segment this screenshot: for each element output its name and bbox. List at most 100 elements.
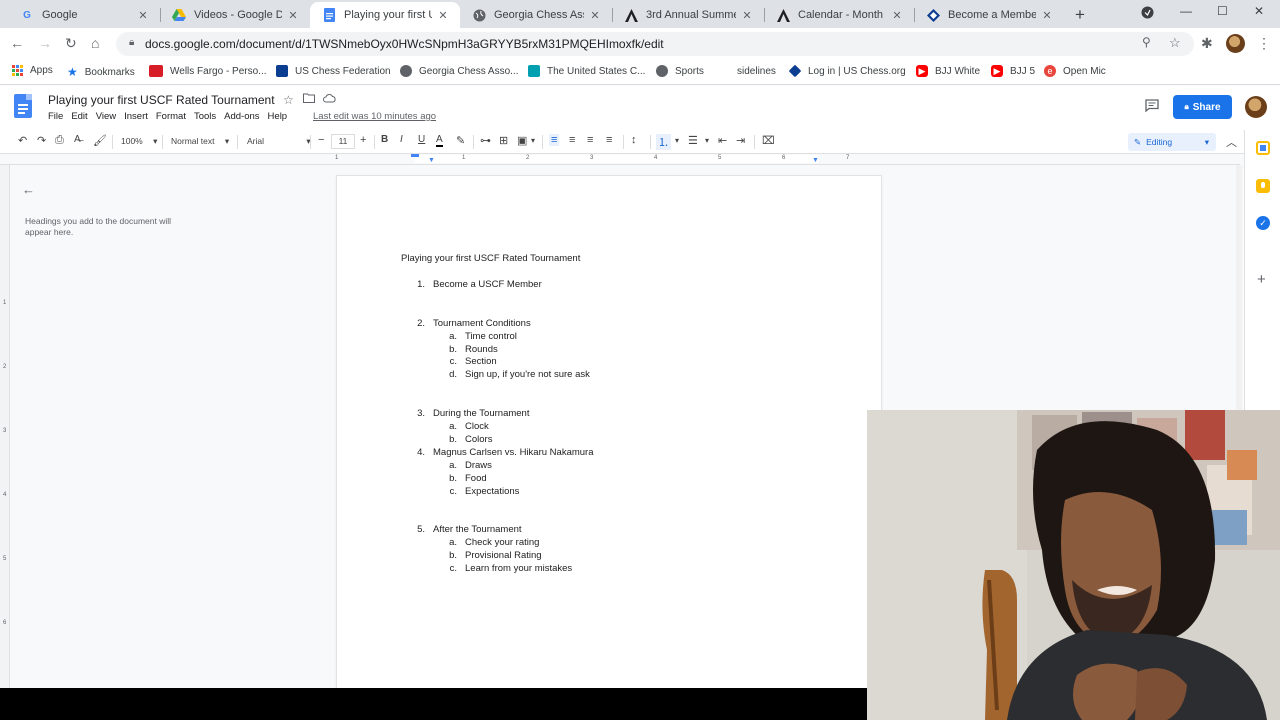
align-center-icon[interactable]: ≡	[569, 134, 575, 146]
close-icon[interactable]: ✕	[588, 9, 602, 22]
maximize-icon[interactable]: ☐	[1217, 4, 1228, 18]
dropdown-caret-icon[interactable]: ▾	[675, 136, 679, 145]
keep-icon[interactable]	[1256, 179, 1270, 193]
address-bar[interactable]: 🔒︎ docs.google.com/document/d/1TWSNmebOy…	[116, 32, 1194, 56]
sublist-item[interactable]: Sign up, if you're not sure ask	[465, 369, 590, 380]
reload-icon[interactable]: ↻	[65, 35, 77, 52]
bookmark-open-mic[interactable]: e Open Mic	[1044, 65, 1106, 77]
close-icon[interactable]: ✕	[286, 9, 300, 22]
sublist-item[interactable]: Food	[465, 473, 487, 484]
italic-icon[interactable]: I	[400, 134, 403, 145]
collapse-menus-icon[interactable]: ︿	[1226, 134, 1237, 150]
profile-dot-icon[interactable]	[1141, 6, 1154, 22]
tab-drive[interactable]: Videos - Google Drive ✕	[160, 2, 310, 28]
tab-google[interactable]: G Google ✕	[8, 2, 160, 28]
list-item[interactable]: During the Tournament	[433, 408, 529, 419]
left-indent-marker[interactable]: ▼	[428, 157, 435, 164]
calendar-icon[interactable]	[1256, 141, 1270, 155]
sublist-item[interactable]: Rounds	[465, 344, 498, 355]
align-left-icon[interactable]: ≡	[549, 134, 560, 146]
bookmark-sports[interactable]: Sports	[656, 65, 704, 77]
editing-mode-select[interactable]: ✎ Editing ▾	[1128, 133, 1216, 151]
decrease-font-size-icon[interactable]: −	[318, 134, 324, 146]
back-arrow-icon[interactable]: ←	[10, 35, 24, 51]
document-page[interactable]: Playing your first USCF Rated Tournament…	[337, 176, 881, 696]
bookmark-uschess-login[interactable]: Log in | US Chess.org	[788, 64, 906, 78]
line-spacing-icon[interactable]: ↕	[631, 134, 637, 146]
decrease-indent-icon[interactable]: ⇤	[718, 134, 727, 147]
close-icon[interactable]: ✕	[136, 9, 150, 22]
font-select[interactable]: Arial ▾	[247, 136, 311, 147]
bookmark-wells-fargo[interactable]: Wells Fargo - Perso...	[149, 65, 267, 77]
redo-icon[interactable]: ↷	[37, 134, 46, 147]
insert-image-icon[interactable]: ▣	[517, 134, 527, 147]
sublist-item[interactable]: Check your rating	[465, 537, 539, 548]
comment-history-icon[interactable]	[1145, 99, 1159, 115]
document-heading[interactable]: Playing your first USCF Rated Tournament	[401, 253, 580, 264]
bulleted-list-icon[interactable]: ☰	[688, 134, 698, 147]
tab-summer[interactable]: 3rd Annual Summer ✕	[612, 2, 764, 28]
tab-calendar[interactable]: Calendar - Month Vie ✕	[764, 2, 914, 28]
menu-tools[interactable]: Tools	[194, 111, 216, 122]
bookmark-us-chess-federation[interactable]: US Chess Federation	[276, 65, 391, 77]
document-title[interactable]: Playing your first USCF Rated Tournament	[48, 93, 275, 107]
list-item[interactable]: Become a USCF Member	[433, 279, 542, 290]
font-size-input[interactable]: 11	[331, 134, 355, 149]
docs-logo-icon[interactable]	[14, 94, 32, 118]
menu-insert[interactable]: Insert	[124, 111, 148, 122]
zoom-search-icon[interactable]: ⚲	[1142, 35, 1151, 49]
bookmark-bjj-5[interactable]: ▶ BJJ 5	[991, 65, 1035, 77]
spellcheck-icon[interactable]: A̶	[74, 134, 81, 145]
add-ons-plus-icon[interactable]: +	[1257, 271, 1266, 288]
bookmark-georgia-chess[interactable]: Georgia Chess Asso...	[400, 65, 519, 77]
cloud-saved-icon[interactable]	[323, 93, 336, 106]
clear-formatting-icon[interactable]: ⌧	[762, 134, 775, 147]
align-right-icon[interactable]: ≡	[587, 134, 593, 146]
browser-profile-avatar[interactable]	[1226, 34, 1245, 53]
sublist-item[interactable]: Section	[465, 356, 497, 367]
close-icon[interactable]: ✕	[436, 9, 450, 22]
tab-become-member[interactable]: Become a Member | U ✕	[914, 2, 1064, 28]
right-indent-marker[interactable]: ▼	[812, 157, 819, 164]
bookmark-bookmarks[interactable]: ★ Bookmarks	[67, 65, 135, 79]
print-icon[interactable]: ⎙	[55, 134, 64, 147]
window-close-icon[interactable]: ✕	[1254, 4, 1264, 18]
bookmark-apps[interactable]: Apps	[12, 65, 53, 76]
account-avatar[interactable]	[1245, 96, 1267, 118]
menu-file[interactable]: File	[48, 111, 63, 122]
style-select[interactable]: Normal text ▾	[171, 136, 229, 147]
bookmark-star-icon[interactable]: ☆	[1169, 35, 1181, 51]
sublist-item[interactable]: Learn from your mistakes	[465, 563, 572, 574]
more-vertical-icon[interactable]: ⋮	[1257, 35, 1271, 52]
menu-help[interactable]: Help	[268, 111, 288, 122]
close-icon[interactable]: ✕	[890, 9, 904, 22]
list-item[interactable]: Magnus Carlsen vs. Hikaru Nakamura	[433, 447, 594, 458]
zoom-select[interactable]: 100% ▾	[121, 136, 157, 147]
star-icon[interactable]: ☆	[283, 93, 294, 107]
tab-georgia-chess[interactable]: Georgia Chess Associa ✕	[460, 2, 612, 28]
dropdown-caret-icon[interactable]: ▾	[531, 136, 535, 145]
menu-view[interactable]: View	[96, 111, 116, 122]
insert-link-icon[interactable]: ⊶	[480, 134, 491, 147]
share-button[interactable]: 🔒︎ Share	[1173, 95, 1232, 119]
undo-icon[interactable]: ↶	[18, 134, 27, 147]
sublist-item[interactable]: Time control	[465, 331, 517, 342]
new-tab-button[interactable]: +	[1075, 5, 1085, 25]
menu-add-ons[interactable]: Add-ons	[224, 111, 259, 122]
highlight-pen-icon[interactable]: ✎	[456, 134, 465, 147]
forward-arrow-icon[interactable]: →	[38, 35, 52, 51]
sublist-item[interactable]: Expectations	[465, 486, 519, 497]
sublist-item[interactable]: Colors	[465, 434, 492, 445]
bookmark-bjj-white[interactable]: ▶ BJJ White	[916, 65, 980, 77]
last-edit-link[interactable]: Last edit was 10 minutes ago	[313, 111, 436, 122]
numbered-list-icon[interactable]: ⒈	[656, 134, 671, 150]
menu-edit[interactable]: Edit	[71, 111, 87, 122]
bold-icon[interactable]: B	[381, 134, 388, 145]
close-outline-arrow-icon[interactable]: ←	[22, 182, 35, 197]
underline-icon[interactable]: U	[418, 134, 425, 145]
home-icon[interactable]: ⌂	[91, 35, 99, 51]
minimize-icon[interactable]: —	[1180, 4, 1192, 18]
first-line-indent-marker[interactable]	[411, 154, 419, 157]
sublist-item[interactable]: Draws	[465, 460, 492, 471]
dropdown-caret-icon[interactable]: ▾	[705, 136, 709, 145]
